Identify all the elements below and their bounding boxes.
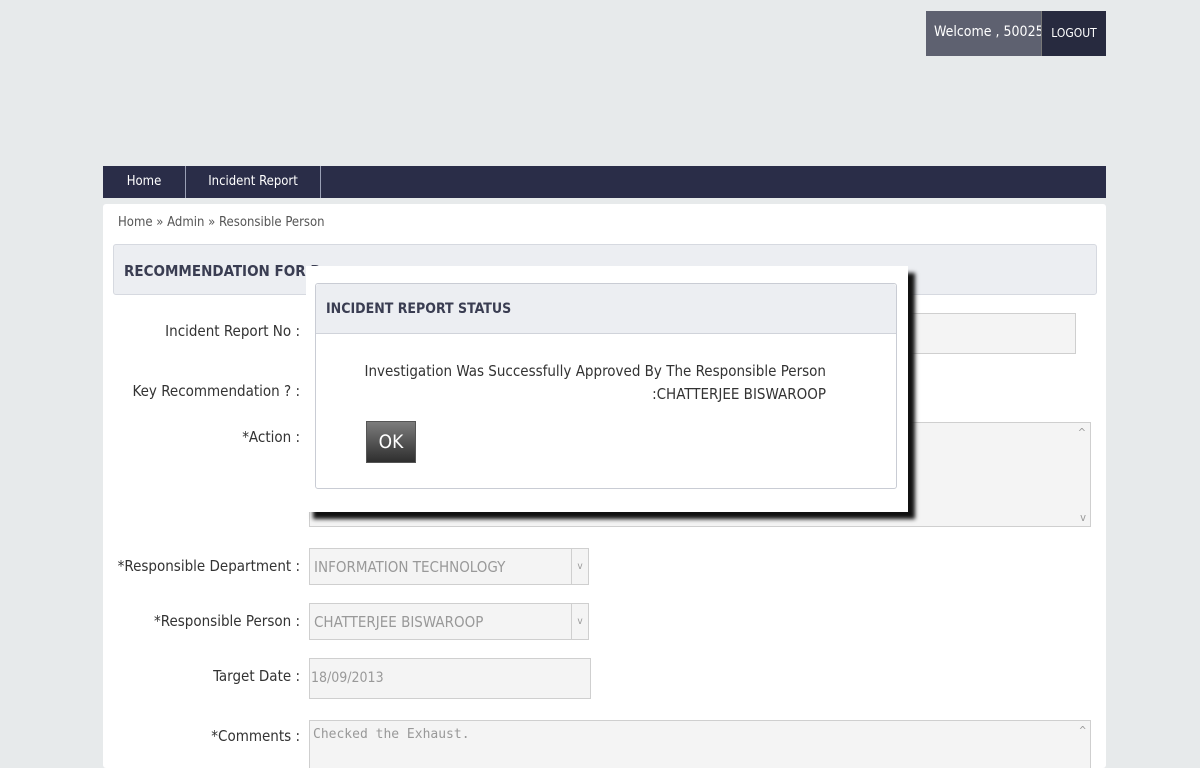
- responsible-person-label: *Responsible Person :: [154, 612, 300, 630]
- page: Welcome , 50025 LOGOUT Home Incident Rep…: [0, 0, 1200, 768]
- dialog-message: Investigation Was Successfully Approved …: [346, 360, 826, 406]
- logout-button[interactable]: LOGOUT: [1041, 11, 1106, 56]
- incident-report-no-label: Incident Report No :: [165, 322, 300, 340]
- nav-item-incident-report[interactable]: Incident Report: [186, 166, 321, 198]
- responsible-person-select[interactable]: CHATTERJEE BISWAROOP v: [309, 603, 589, 640]
- scroll-up-icon[interactable]: ^: [1079, 724, 1086, 737]
- nav-item-home[interactable]: Home: [103, 166, 186, 198]
- breadcrumb-separator: »: [156, 215, 164, 230]
- target-date-label: Target Date :: [213, 667, 300, 685]
- main-nav: Home Incident Report: [103, 166, 1106, 198]
- welcome-text: Welcome , 50025: [926, 11, 1044, 56]
- user-bar: Welcome , 50025 LOGOUT: [926, 11, 1106, 56]
- status-dialog: INCIDENT REPORT STATUS Investigation Was…: [315, 283, 897, 489]
- responsible-department-label: *Responsible Department :: [117, 557, 300, 575]
- comments-textarea[interactable]: Checked the Exhaust. ^: [309, 720, 1091, 768]
- scroll-down-icon[interactable]: v: [1080, 511, 1086, 524]
- comments-label: *Comments :: [211, 727, 300, 745]
- target-date-value: 18/09/2013: [311, 670, 384, 686]
- breadcrumb-home[interactable]: Home: [118, 215, 153, 230]
- responsible-department-select[interactable]: INFORMATION TECHNOLOGY v: [309, 548, 589, 585]
- responsible-department-value: INFORMATION TECHNOLOGY: [314, 558, 506, 576]
- breadcrumb-current: Resonsible Person: [219, 215, 325, 230]
- dialog-message-line-2: :CHATTERJEE BISWAROOP: [652, 385, 826, 403]
- dialog-title: INCIDENT REPORT STATUS: [326, 301, 512, 317]
- target-date-input[interactable]: 18/09/2013: [309, 658, 591, 699]
- breadcrumb-admin[interactable]: Admin: [167, 215, 204, 230]
- scroll-up-icon[interactable]: ^: [1078, 426, 1086, 439]
- breadcrumb-separator: »: [208, 215, 216, 230]
- section-title: RECOMMENDATION FOR R: [124, 262, 321, 280]
- dialog-header: INCIDENT REPORT STATUS: [316, 284, 896, 334]
- chevron-down-icon: v: [571, 604, 588, 639]
- chevron-down-icon: v: [571, 549, 588, 584]
- key-recommendation-label: Key Recommendation ? :: [132, 382, 300, 400]
- dialog-message-line-1: Investigation Was Successfully Approved …: [364, 362, 826, 380]
- ok-button[interactable]: OK: [366, 421, 416, 463]
- comments-value: Checked the Exhaust.: [313, 727, 470, 742]
- action-label: *Action :: [242, 428, 300, 446]
- breadcrumb: Home » Admin » Resonsible Person: [118, 215, 325, 230]
- responsible-person-value: CHATTERJEE BISWAROOP: [314, 613, 484, 631]
